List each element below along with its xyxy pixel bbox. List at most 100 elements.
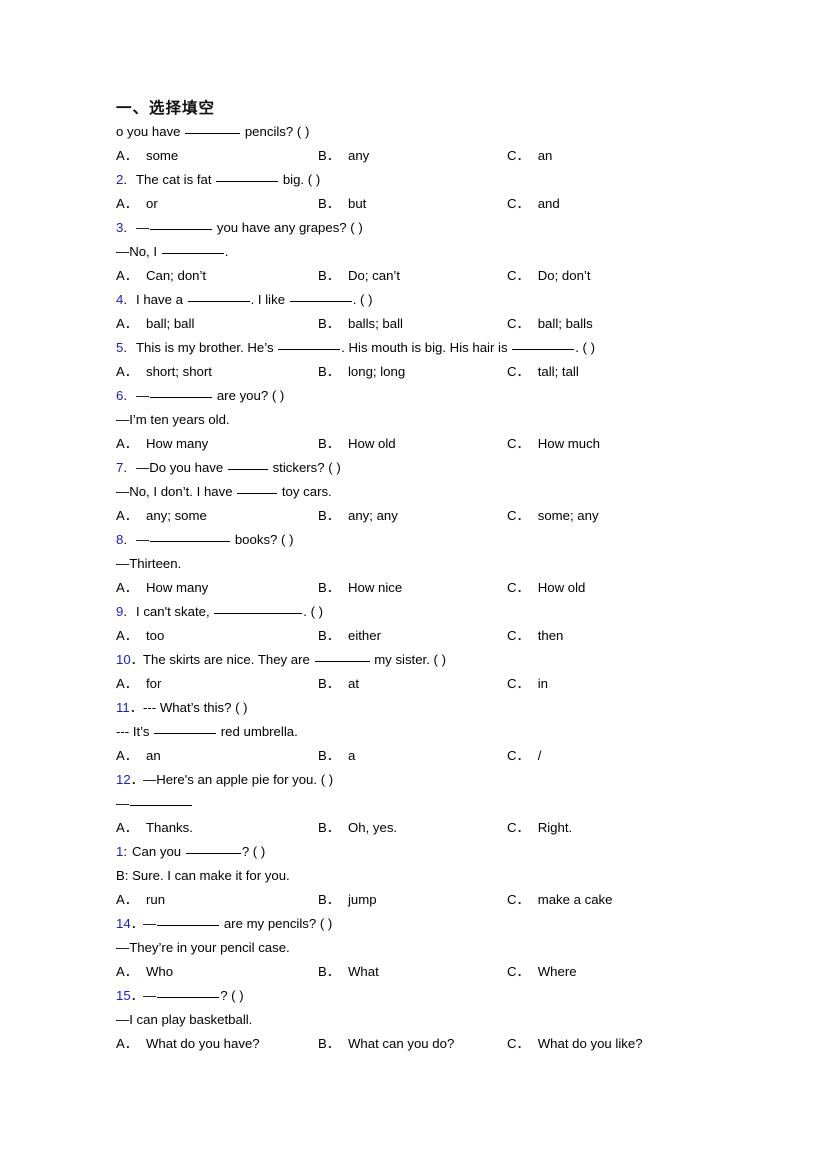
option-b[interactable]: B． either [318, 624, 381, 648]
option-b[interactable]: B． but [318, 192, 366, 216]
answer-blank [150, 218, 213, 230]
question-number: 9 [116, 604, 124, 619]
question-number-sep: ． [130, 772, 144, 787]
option-a[interactable]: A． for [116, 672, 161, 696]
option-c[interactable]: C． Right. [507, 816, 572, 840]
option-c[interactable]: C． in [507, 672, 548, 696]
option-letter: A． [116, 316, 138, 331]
option-a[interactable]: A． Can; don’t [116, 264, 206, 288]
option-b[interactable]: B． How nice [318, 576, 402, 600]
option-text: Where [537, 964, 577, 979]
option-a[interactable]: A． any; some [116, 504, 207, 528]
option-a[interactable]: A． some [116, 144, 178, 168]
question-number-sep: . [123, 292, 128, 307]
option-c[interactable]: C． How much [507, 432, 600, 456]
answer-blank [187, 290, 250, 302]
question-stem: 2. The cat is fat big. ( ) [116, 168, 716, 192]
option-c[interactable]: C． and [507, 192, 560, 216]
option-text: but [347, 196, 367, 211]
option-b[interactable]: B． Do; can’t [318, 264, 400, 288]
option-letter: C． [507, 508, 530, 523]
question-stem-text: big. ( ) [279, 172, 321, 187]
option-c[interactable]: C． Do; don’t [507, 264, 591, 288]
option-text: some [145, 148, 179, 163]
option-text: some; any [537, 508, 599, 523]
option-b[interactable]: B． jump [318, 888, 377, 912]
option-letter: B． [318, 820, 340, 835]
option-letter: B． [318, 628, 340, 643]
option-text: short; short [145, 364, 212, 379]
option-c[interactable]: C． ball; balls [507, 312, 593, 336]
option-c[interactable]: C． tall; tall [507, 360, 579, 384]
option-row: A． run B． jump C． make a cake [116, 888, 716, 912]
question-stem-text: my sister. ( ) [370, 652, 446, 667]
option-letter: B． [318, 1036, 340, 1051]
answer-blank [314, 650, 370, 662]
option-text: a [347, 748, 356, 763]
option-c[interactable]: C． Where [507, 960, 577, 984]
question-number: 5 [116, 340, 124, 355]
option-b[interactable]: B． How old [318, 432, 396, 456]
continuation-text: red umbrella. [217, 724, 298, 739]
option-a[interactable]: A． or [116, 192, 158, 216]
option-row: A． Can; don’t B． Do; can’t C． Do; don’t [116, 264, 716, 288]
answer-blank [289, 290, 352, 302]
answer-blank [161, 242, 224, 254]
option-row: A． What do you have? B． What can you do? C… [116, 1032, 716, 1056]
option-row: A． or B． but C． and [116, 192, 716, 216]
option-b[interactable]: B． long; long [318, 360, 405, 384]
option-b[interactable]: B． a [318, 744, 355, 768]
option-c[interactable]: C． How old [507, 576, 585, 600]
option-b[interactable]: B． any; any [318, 504, 398, 528]
option-b[interactable]: B． balls; ball [318, 312, 403, 336]
option-b[interactable]: B． Oh, yes. [318, 816, 397, 840]
option-a[interactable]: A． ball; ball [116, 312, 194, 336]
answer-blank [214, 602, 303, 614]
question-number-sep: ． [130, 652, 144, 667]
option-letter: C． [507, 1036, 530, 1051]
option-letter: C． [507, 628, 530, 643]
question-number-sep: . [123, 340, 128, 355]
option-row: A． for B． at C． in [116, 672, 716, 696]
question-stem: 4. I have a . I like . ( ) [116, 288, 716, 312]
option-letter: A． [116, 196, 138, 211]
option-b[interactable]: B． What [318, 960, 379, 984]
option-a[interactable]: A． Thanks. [116, 816, 193, 840]
option-c[interactable]: C． some; any [507, 504, 599, 528]
option-a[interactable]: A． short; short [116, 360, 212, 384]
option-a[interactable]: A． How many [116, 432, 208, 456]
option-text: What [347, 964, 379, 979]
question-number: 11 [116, 700, 130, 715]
option-letter: B． [318, 964, 340, 979]
option-a[interactable]: A． too [116, 624, 164, 648]
option-b[interactable]: B． at [318, 672, 359, 696]
section-title: 一、选择填空 [116, 98, 216, 117]
option-text: an [145, 748, 161, 763]
option-a[interactable]: A． run [116, 888, 165, 912]
option-b[interactable]: B． What can you do? [318, 1032, 454, 1056]
option-a[interactable]: A． an [116, 744, 161, 768]
option-letter: C． [507, 676, 530, 691]
option-a[interactable]: A． What do you have? [116, 1032, 260, 1056]
option-c[interactable]: C． make a cake [507, 888, 613, 912]
option-letter: C． [507, 148, 530, 163]
option-c[interactable]: C． / [507, 744, 541, 768]
option-c[interactable]: C． What do you like? [507, 1032, 643, 1056]
option-text: any; some [145, 508, 207, 523]
option-text: make a cake [537, 892, 613, 907]
option-c[interactable]: C． an [507, 144, 552, 168]
question-stem-text: o you have [116, 124, 185, 139]
answer-blank [150, 386, 213, 398]
option-text: Who [145, 964, 174, 979]
option-a[interactable]: A． How many [116, 576, 208, 600]
option-text: tall; tall [537, 364, 579, 379]
option-letter: B． [318, 364, 340, 379]
continuation-text: B: Sure. I can make it for you. [116, 868, 290, 883]
question-number-sep: . [123, 532, 128, 547]
option-a[interactable]: A． Who [116, 960, 173, 984]
option-c[interactable]: C． then [507, 624, 563, 648]
option-b[interactable]: B． any [318, 144, 369, 168]
question-stem: 10．The skirts are nice. They are my sist… [116, 648, 716, 672]
question-number-sep: ． [129, 700, 143, 715]
option-row: A． too B． either C． then [116, 624, 716, 648]
